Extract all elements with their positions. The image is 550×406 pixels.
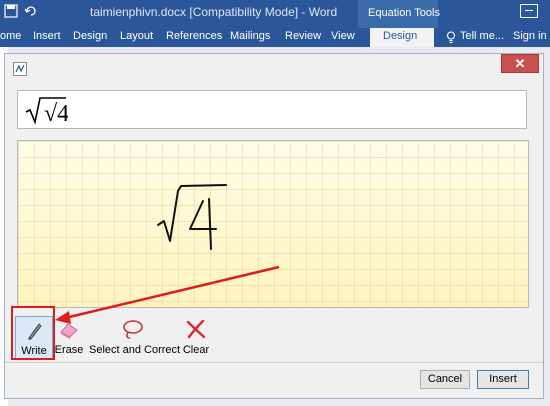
tab-view[interactable]: View (331, 30, 355, 42)
tab-references[interactable]: References (166, 30, 222, 42)
tab-equation-design-label: Design (383, 30, 418, 42)
clear-label: Clear (182, 344, 210, 356)
sign-in-link[interactable]: Sign in (513, 30, 547, 42)
tab-mailings[interactable]: Mailings (230, 30, 270, 42)
tab-equation-design[interactable]: Design (370, 28, 434, 47)
clear-tool-button[interactable]: Clear (179, 316, 213, 360)
equation-tools-label: Equation Tools (368, 7, 440, 19)
document-title: taimienphivn.docx [Compatibility Mode] -… (90, 5, 338, 19)
insert-button[interactable]: Insert (477, 370, 529, 389)
preview-square-root-4: √4 (25, 97, 68, 125)
close-icon: ✕ (514, 56, 526, 71)
math-input-dialog: ✕ √4 Write Erase Select and Correct Clea… (4, 53, 544, 399)
title-bar: taimienphivn.docx [Compatibility Mode] -… (0, 0, 550, 28)
clear-x-icon (186, 319, 206, 339)
undo-icon[interactable] (24, 4, 38, 18)
handwritten-strokes (157, 184, 227, 250)
equation-preview: √4 (17, 90, 527, 129)
ribbon-display-options-icon[interactable] (520, 4, 538, 18)
select-and-correct-tool-button[interactable]: Select and Correct (89, 316, 181, 360)
footer-divider (5, 362, 543, 363)
save-icon[interactable] (4, 4, 18, 18)
erase-tool-button[interactable]: Erase (53, 316, 85, 360)
write-tool-highlight-box (11, 306, 55, 360)
tab-design[interactable]: Design (73, 30, 107, 42)
lasso-icon (123, 320, 143, 339)
preview-text: √4 (44, 101, 68, 125)
math-input-app-icon (13, 62, 27, 76)
tab-review[interactable]: Review (285, 30, 321, 42)
ribbon-tabs: ome Insert Design Layout References Mail… (0, 28, 550, 47)
eraser-icon (60, 323, 78, 339)
tab-insert[interactable]: Insert (33, 30, 61, 42)
cancel-button[interactable]: Cancel (420, 370, 470, 389)
tab-home[interactable]: ome (0, 30, 21, 42)
select-and-correct-label: Select and Correct (89, 344, 181, 356)
close-button[interactable]: ✕ (501, 54, 539, 73)
lightbulb-icon (446, 31, 456, 44)
erase-label: Erase (54, 344, 84, 356)
handwriting-canvas[interactable] (17, 140, 529, 308)
tell-me-search[interactable]: Tell me... (460, 30, 504, 42)
tab-layout[interactable]: Layout (120, 30, 153, 42)
